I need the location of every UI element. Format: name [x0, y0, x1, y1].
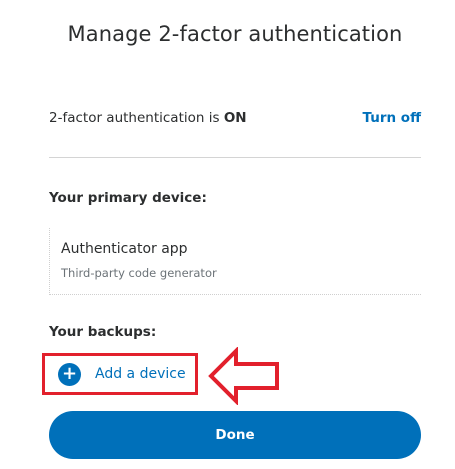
device-left-border [49, 228, 50, 295]
highlight-arrow-icon [208, 347, 279, 405]
done-button[interactable]: Done [49, 411, 421, 459]
plus-circle-icon: + [58, 363, 81, 386]
primary-device-label: Your primary device: [49, 190, 207, 206]
device-description: Third-party code generator [61, 266, 217, 280]
status-text: 2-factor authentication is ON [49, 110, 247, 126]
device-divider [49, 294, 421, 295]
add-device-label: Add a device [95, 366, 186, 382]
status-state: ON [223, 110, 247, 126]
turn-off-link[interactable]: Turn off [362, 110, 421, 126]
primary-device-card: Authenticator app Third-party code gener… [49, 228, 421, 295]
device-name: Authenticator app [61, 241, 188, 257]
status-prefix: 2-factor authentication is [49, 110, 224, 126]
two-factor-status-row: 2-factor authentication is ON Turn off [49, 110, 421, 130]
status-divider [49, 157, 421, 158]
page-title: Manage 2-factor authentication [67, 22, 403, 46]
backups-label: Your backups: [49, 324, 157, 340]
